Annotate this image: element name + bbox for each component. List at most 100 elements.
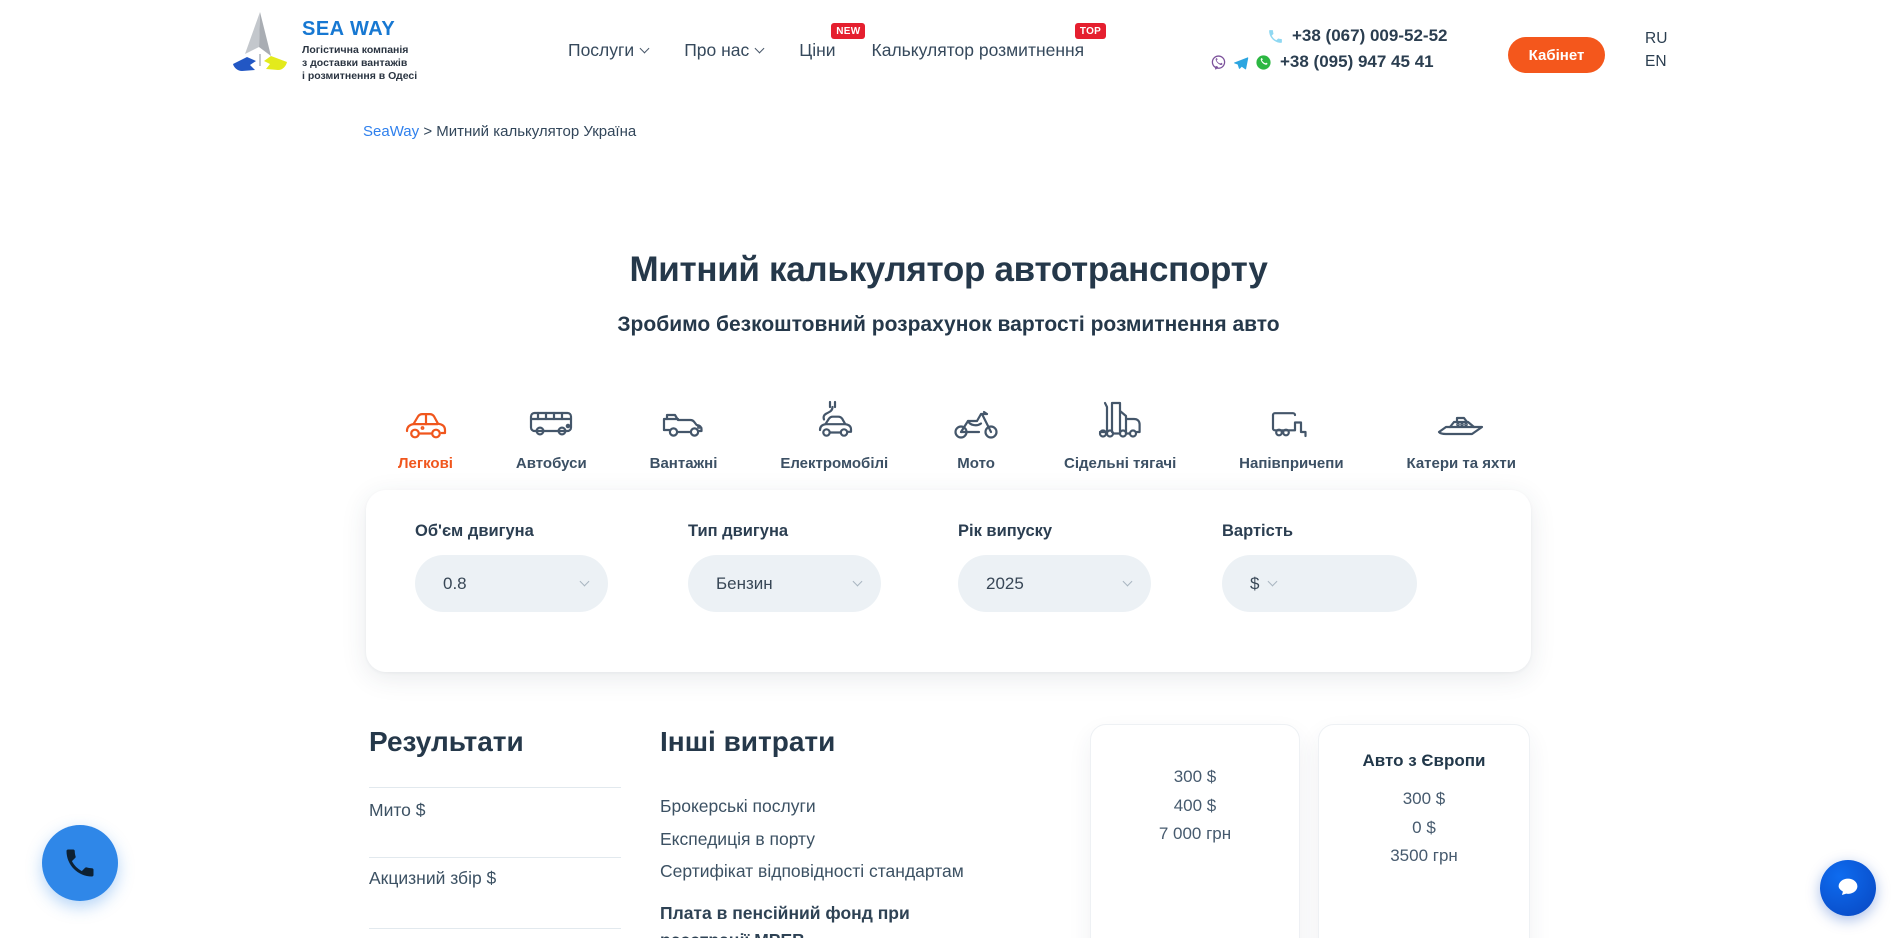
cost-group: Вартість $ [1222, 522, 1417, 612]
breadcrumb-separator: > [423, 123, 432, 140]
viber-icon[interactable] [1210, 54, 1227, 71]
tab-semi-trucks[interactable]: Сідельні тягачі [1064, 395, 1176, 472]
breadcrumb-current: Митний калькулятор Україна [436, 123, 636, 140]
tab-label: Вантажні [650, 455, 718, 472]
tab-label: Електромобілі [780, 455, 888, 472]
nav-item-customs-calculator[interactable]: Калькулятор розмитнення TOP [872, 40, 1085, 61]
new-badge: NEW [831, 23, 865, 39]
card-value: 300 $ [1091, 767, 1299, 787]
selected-value: Бензин [716, 574, 854, 594]
top-badge: TOP [1075, 23, 1106, 39]
chevron-down-icon [853, 577, 863, 587]
other-cost-broker: Брокерські послуги [660, 796, 816, 817]
lang-ru[interactable]: RU [1645, 27, 1667, 50]
selected-value: 2025 [986, 574, 1124, 594]
logo[interactable]: SEA WAY Логістична компанія з доставки в… [230, 10, 417, 83]
nav-item-services[interactable]: Послуги [568, 40, 648, 61]
phone-primary-row: +38 (067) 009-52-52 [1267, 26, 1447, 46]
chevron-down-icon [580, 577, 590, 587]
year-select[interactable]: 2025 [958, 555, 1151, 612]
cabinet-button[interactable]: Кабінет [1508, 37, 1605, 73]
chevron-down-icon [640, 43, 650, 53]
telegram-icon[interactable] [1232, 54, 1250, 71]
result-item-duty: Мито $ [369, 800, 426, 821]
electric-car-icon [809, 395, 859, 443]
tab-buses[interactable]: Автобуси [516, 395, 587, 472]
card-value: 400 $ [1091, 796, 1299, 816]
tab-cars[interactable]: Легкові [398, 395, 453, 472]
phone-secondary[interactable]: +38 (095) 947 45 41 [1280, 52, 1434, 72]
motorcycle-icon [951, 395, 1001, 443]
bus-icon [526, 395, 576, 443]
chevron-down-icon [1268, 577, 1278, 587]
language-switcher: RU EN [1645, 27, 1667, 73]
card-value: 7 000 грн [1091, 824, 1299, 844]
lang-en[interactable]: EN [1645, 50, 1667, 73]
tab-trucks[interactable]: Вантажні [650, 395, 718, 472]
other-cost-port: Експедиція в порту [660, 829, 815, 850]
logo-title: SEA WAY [302, 18, 417, 41]
divider [369, 857, 621, 858]
card-value: 300 $ [1319, 789, 1529, 809]
tab-label: Сідельні тягачі [1064, 455, 1176, 472]
nav-label: Калькулятор розмитнення [872, 40, 1085, 61]
semi-truck-icon [1094, 395, 1146, 443]
chat-widget-button[interactable] [1820, 860, 1876, 916]
call-fab-button[interactable] [42, 825, 118, 901]
customs-calculator-page: SEA WAY Логістична компанія з доставки в… [0, 0, 1897, 938]
truck-icon [659, 395, 709, 443]
calculator-form-card: Об'єм двигуна 0.8 Тип двигуна Бензин Рік… [366, 490, 1531, 672]
nav-item-about[interactable]: Про нас [684, 40, 763, 61]
year-group: Рік випуску 2025 [958, 522, 1151, 612]
tab-label: Мото [957, 455, 995, 472]
engine-volume-group: Об'єм двигуна 0.8 [415, 522, 608, 612]
engine-volume-label: Об'єм двигуна [415, 522, 608, 541]
phone-primary[interactable]: +38 (067) 009-52-52 [1292, 26, 1447, 46]
card-value: 3500 грн [1319, 846, 1529, 866]
selected-value: 0.8 [443, 574, 581, 594]
engine-type-label: Тип двигуна [688, 522, 881, 541]
year-label: Рік випуску [958, 522, 1151, 541]
engine-type-select[interactable]: Бензин [688, 555, 881, 612]
logo-text: SEA WAY Логістична компанія з доставки в… [302, 10, 417, 83]
whatsapp-icon[interactable] [1255, 54, 1272, 71]
phone-icon [1267, 28, 1284, 45]
main-nav: Послуги Про нас Ціни NEW Калькулятор роз… [568, 0, 1084, 100]
logo-tagline: Логістична компанія з доставки вантажів … [302, 44, 417, 83]
tab-label: Катери та яхти [1406, 455, 1515, 472]
header: SEA WAY Логістична компанія з доставки в… [0, 0, 1897, 100]
other-cost-certificate: Сертифікат відповідності стандартам [660, 861, 964, 882]
divider [369, 928, 621, 929]
page-title: Митний калькулятор автотранспорту [0, 250, 1897, 290]
other-cost-pension-fund: Плата в пенсійний фонд при реєстрації МР… [660, 900, 960, 938]
messenger-icons [1210, 54, 1272, 71]
chat-bubble-icon [1833, 873, 1863, 903]
cost-input[interactable]: $ [1222, 555, 1417, 612]
breadcrumb: SeaWay > Митний калькулятор Україна [363, 123, 636, 140]
nav-label: Ціни [799, 40, 835, 61]
tab-boats-yachts[interactable]: Катери та яхти [1406, 395, 1515, 472]
tab-semi-trailers[interactable]: Напівпричепи [1239, 395, 1343, 472]
nav-item-prices[interactable]: Ціни NEW [799, 40, 835, 61]
other-costs-title: Інші витрати [660, 726, 835, 758]
page-subtitle: Зробимо безкоштовний розрахунок вартості… [0, 313, 1897, 337]
breadcrumb-home-link[interactable]: SeaWay [363, 123, 419, 140]
paper-boat-logo-icon [230, 10, 290, 76]
costs-card-europe: Авто з Європи 300 $ 0 $ 3500 грн [1318, 724, 1530, 938]
results-title: Результати [369, 726, 524, 758]
costs-card-default: 300 $ 400 $ 7 000 грн [1090, 724, 1300, 938]
card-value: 0 $ [1319, 818, 1529, 838]
tab-label: Автобуси [516, 455, 587, 472]
phone-secondary-row: +38 (095) 947 45 41 [1210, 52, 1434, 72]
chevron-down-icon [755, 43, 765, 53]
yacht-icon [1434, 395, 1488, 443]
engine-type-group: Тип двигуна Бензин [688, 522, 881, 612]
phone-icon [62, 845, 98, 881]
vehicle-type-tabs: Легкові Автобуси Вантажні [398, 395, 1516, 472]
cost-label: Вартість [1222, 522, 1417, 541]
tab-label: Легкові [398, 455, 453, 472]
currency-select[interactable]: $ [1250, 574, 1259, 594]
tab-electric-cars[interactable]: Електромобілі [780, 395, 888, 472]
tab-motorcycles[interactable]: Мото [951, 395, 1001, 472]
engine-volume-select[interactable]: 0.8 [415, 555, 608, 612]
